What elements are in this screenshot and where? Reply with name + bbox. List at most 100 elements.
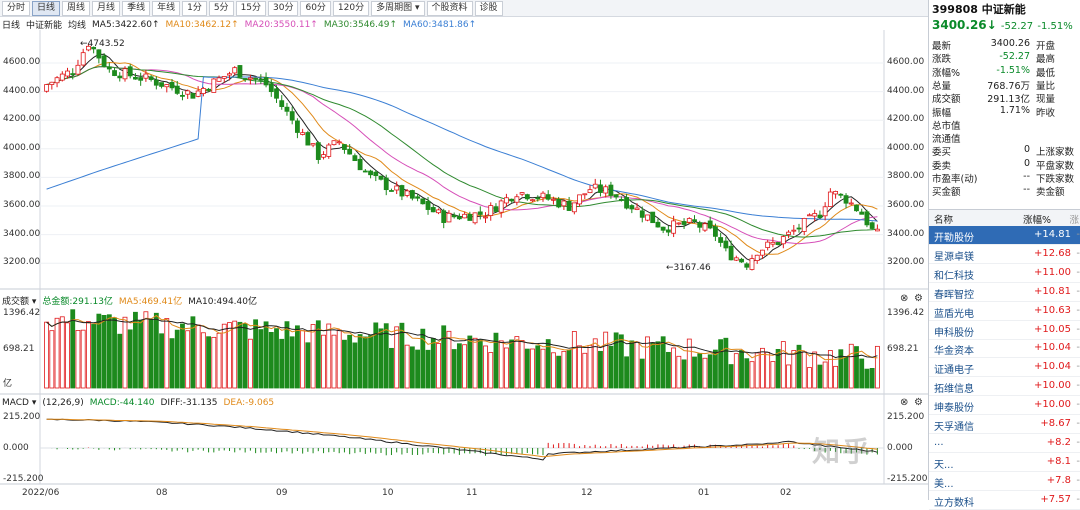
candle (274, 88, 279, 99)
candle (362, 170, 368, 173)
candle (315, 142, 321, 160)
candle (686, 218, 692, 223)
candle (728, 245, 734, 261)
candle (467, 213, 473, 221)
candle (451, 214, 457, 218)
volume-bar (702, 357, 708, 389)
volume-bar (739, 350, 744, 389)
volume-bar (707, 354, 713, 389)
candle (133, 76, 138, 80)
candle (488, 205, 494, 216)
candle (577, 194, 582, 205)
close-icon[interactable]: ⊗ (900, 293, 908, 304)
quote-row: 委买 0 上涨家数 (932, 144, 1075, 159)
candle (744, 263, 750, 268)
volume-bar (807, 367, 812, 389)
stock-list-item[interactable]: 坤泰股份 +10.00- (929, 396, 1080, 416)
candle (294, 120, 300, 133)
volume-bar (44, 321, 50, 389)
candle (519, 192, 525, 195)
candle (786, 231, 791, 235)
volume-bar (122, 316, 128, 389)
volume-bar (451, 349, 457, 389)
candle (122, 68, 128, 80)
stock-list-item[interactable]: 和仁科技 +11.00- (929, 264, 1080, 283)
volume-bar (200, 332, 206, 389)
candle (180, 94, 185, 97)
volume-bar (274, 328, 279, 389)
volume-bar (143, 311, 149, 389)
candle (96, 49, 102, 59)
volume-bar (686, 338, 692, 389)
candle (791, 229, 797, 232)
volume-bar (127, 329, 133, 389)
stock-list-item[interactable]: ... +8.2- (929, 434, 1080, 453)
stock-list-item[interactable]: 申科股份 +10.05- (929, 321, 1080, 340)
volume-bar (514, 336, 520, 389)
candle (336, 141, 342, 144)
close-icon[interactable]: ⊗ (900, 397, 908, 408)
volume-bar (754, 352, 760, 389)
volume-bar (556, 355, 562, 389)
volume-bar (817, 364, 823, 389)
volume-bar (242, 323, 248, 389)
volume-bar (524, 348, 530, 389)
volume-bar (289, 336, 295, 389)
stock-list-item[interactable]: 开勒股份 +14.81- (929, 226, 1080, 245)
candle (796, 227, 802, 230)
price-tick-label: 4400.00 (3, 85, 41, 96)
stock-list-item[interactable]: 证通电子 +10.04- (929, 358, 1080, 378)
candle (749, 258, 755, 270)
quote-row: 总市值 (932, 120, 961, 132)
stock-list-item[interactable]: 天孚通信 +8.67- (929, 415, 1080, 434)
volume-bar (305, 342, 311, 389)
stock-list-header: 名称 涨幅% 涨 (929, 209, 1080, 227)
candle (566, 200, 572, 211)
candle (807, 214, 812, 217)
volume-bar (409, 346, 415, 389)
col-name[interactable]: 名称 (934, 212, 953, 226)
volume-total: 总金额:291.13亿 (42, 297, 113, 307)
macd-tick-label: 0.000 (887, 443, 913, 453)
candle (681, 221, 687, 225)
volume-bar (368, 335, 373, 389)
stock-list-item[interactable]: 华金资本 +10.04- (929, 339, 1080, 359)
date-tick-label: 09 (276, 488, 288, 498)
high-label: ←4743.52 (80, 39, 125, 49)
stock-list-item[interactable]: 立方数科 +7.57- (929, 491, 1080, 510)
stock-list-item[interactable]: 天... +8.1- (929, 453, 1080, 472)
candle (279, 100, 285, 107)
volume-bar (404, 344, 410, 389)
volume-title[interactable]: 成交额 ▾ (2, 294, 36, 307)
candle (430, 207, 436, 213)
stock-list-item[interactable]: 蓝盾光电 +10.63- (929, 302, 1080, 321)
volume-bar (153, 312, 159, 389)
price-tick-label: 3200.00 (887, 257, 925, 268)
stock-list-item[interactable]: 拓维信息 +10.00- (929, 377, 1080, 397)
kline-chart[interactable]: ←4743.52 ←3167.46 (0, 0, 928, 500)
volume-bar (509, 339, 515, 389)
macd-title[interactable]: MACD ▾ (2, 398, 36, 408)
volume-bar (561, 350, 567, 389)
candle (718, 237, 724, 243)
candle (613, 194, 619, 198)
volume-bar (232, 320, 238, 389)
candle (603, 186, 609, 194)
candle (441, 210, 447, 223)
stock-list-item[interactable]: 星源卓镁 +12.68- (929, 245, 1080, 264)
col-change[interactable]: 涨幅% (1023, 212, 1051, 226)
gear-icon[interactable]: ⚙ (914, 397, 923, 408)
candle (509, 198, 515, 202)
volume-bar (535, 345, 541, 389)
volume-bar (551, 352, 556, 389)
stock-list-item[interactable]: 美... +7.8- (929, 472, 1080, 491)
gear-icon[interactable]: ⚙ (914, 293, 923, 304)
volume-bar (462, 344, 468, 389)
candle (812, 213, 818, 217)
volume-bar (603, 331, 609, 389)
stock-list-item[interactable]: 春晖智控 +10.81- (929, 283, 1080, 302)
date-tick-label: 08 (156, 488, 168, 498)
volume-bar (838, 349, 844, 389)
macd-legend: MACD ▾ (12,26,9) MACD:-44.140 DIFF:-31.1… (2, 398, 274, 408)
volume-bar (530, 348, 535, 389)
